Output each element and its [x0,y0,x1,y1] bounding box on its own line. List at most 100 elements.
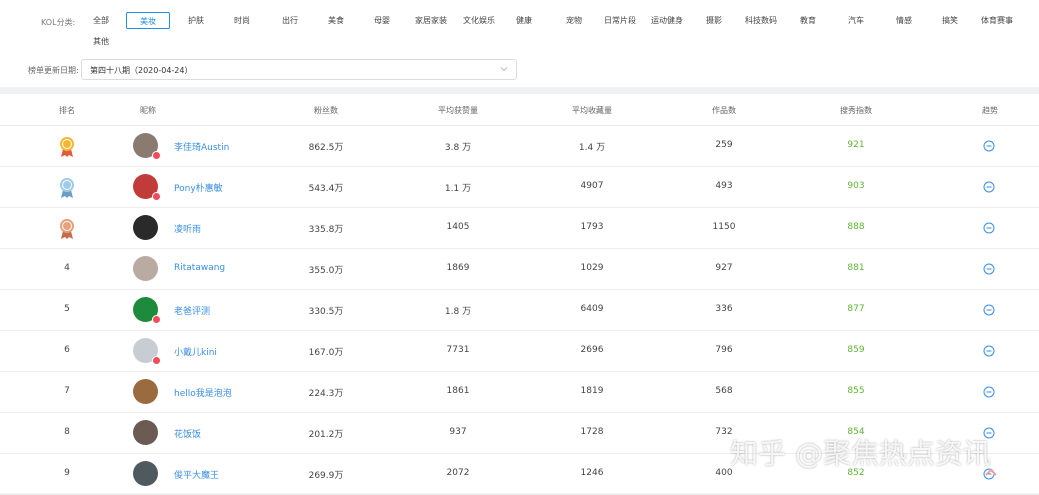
rank-number: 9 [64,468,70,478]
table-row[interactable]: 3凌听雨335.8万140517931150888 [0,208,1039,249]
category-chip[interactable]: 日常片段 [604,12,636,29]
trend-circle-icon[interactable] [983,263,995,275]
category-chip[interactable]: 搞笑 [940,12,960,29]
fans-count: 330.5万 [308,307,344,317]
category-chip[interactable]: 时尚 [232,12,252,29]
table-row[interactable]: 4 Ritatawang 355.0万 1869 1029 927 881 [0,249,1039,290]
avg-favorites: 1.4 万 [578,143,606,153]
fans-count: 201.2万 [308,430,344,440]
avg-favorites: 1029 [580,263,604,273]
sou-xiu-index: 888 [847,222,865,232]
column-header: 昵称 [140,106,156,115]
rank-number: 5 [64,304,70,314]
table-row[interactable]: 1李佳琦Austin862.5万3.8 万1.4 万259921 [0,126,1039,167]
nickname-link[interactable]: 小戴儿kini [174,345,217,358]
chevron-up-icon[interactable] [984,467,998,477]
category-chip[interactable]: 家居家装 [414,12,448,29]
trend-circle-icon[interactable] [983,345,995,357]
trend-circle-icon[interactable] [983,304,995,316]
avg-likes: 3.8 万 [444,143,472,153]
category-chip[interactable]: 科技数码 [744,12,778,29]
nickname-link[interactable]: 俊平大魔王 [174,468,219,481]
fans-count: 167.0万 [308,348,344,358]
works-count: 259 [715,140,733,150]
avg-likes: 1405 [446,222,470,232]
avatar[interactable] [133,256,158,281]
category-chip[interactable]: 母婴 [372,12,392,29]
avatar[interactable] [133,461,158,486]
filter-panel: KOL分类: 全部 美妆 护肤 时尚 出行 美食 母婴 家居家装 文化娱乐 健康 宠物 日常片段 运动健… [0,0,1039,87]
fans-count: 355.0万 [308,266,344,276]
category-chip[interactable]: 美妆 [126,12,170,29]
sou-xiu-index: 921 [847,140,865,150]
category-chip[interactable]: 其他 [92,33,110,50]
avatar[interactable] [133,379,158,404]
avatar[interactable] [133,420,158,445]
avg-favorites: 2696 [580,345,604,355]
nickname-link[interactable]: hello我是泡泡 [174,386,232,399]
column-header: 粉丝数 [314,106,338,115]
avg-likes: 1.1 万 [444,184,472,194]
rank-number: 4 [64,263,70,273]
column-header: 平均获赞量 [438,106,478,115]
works-count: 1150 [712,222,736,232]
category-chip[interactable]: 摄影 [704,12,724,29]
medal-icon [60,219,74,239]
table-row[interactable]: 7 hello我是泡泡 224.3万 1861 1819 568 855 [0,372,1039,413]
column-header: 排名 [59,106,75,115]
category-chip[interactable]: 健康 [514,12,534,29]
avg-likes: 937 [449,427,467,437]
table-row[interactable]: 2Pony朴惠敏543.4万1.1 万4907493903 [0,167,1039,208]
category-chip[interactable]: 文化娱乐 [462,12,496,29]
rank-number: 8 [64,427,70,437]
avatar[interactable] [133,215,158,240]
column-header: 搜秀指数 [840,106,872,115]
nickname-link[interactable]: 李佳琦Austin [174,140,229,153]
trend-circle-icon[interactable] [983,140,995,152]
avg-favorites: 1728 [580,427,604,437]
works-count: 336 [715,304,733,314]
works-count: 568 [715,386,733,396]
category-chip[interactable]: 美食 [326,12,346,29]
watermark: 知乎 @聚焦热点资讯 [730,437,991,470]
nickname-link[interactable]: 花饭饭 [174,427,201,440]
category-label: KOL分类: [41,18,76,27]
trend-circle-icon[interactable] [983,222,995,234]
avg-favorites: 4907 [580,181,604,191]
nickname-link[interactable]: Ritatawang [174,263,225,273]
verified-badge-icon [152,356,161,365]
category-chip[interactable]: 全部 [92,12,110,29]
avg-favorites: 1246 [580,468,604,478]
fans-count: 335.8万 [308,225,344,235]
rank-number: 7 [64,386,70,396]
medal-icon [60,178,74,198]
trend-circle-icon[interactable] [983,181,995,193]
column-header: 趋势 [982,106,998,115]
category-chip[interactable]: 教育 [798,12,818,29]
table-row[interactable]: 6 小戴儿kini 167.0万 7731 2696 796 859 [0,331,1039,372]
avg-favorites: 1793 [580,222,604,232]
fans-count: 269.9万 [308,471,344,481]
category-chip[interactable]: 宠物 [564,12,584,29]
fans-count: 224.3万 [308,389,344,399]
table-row[interactable]: 5 老爸评测 330.5万 1.8 万 6409 336 877 [0,290,1039,331]
category-chip[interactable]: 出行 [280,12,300,29]
date-select[interactable]: 第四十八期（2020-04-24） [81,59,517,80]
category-chip[interactable]: 护肤 [186,12,206,29]
trend-circle-icon[interactable] [983,386,995,398]
category-chip[interactable]: 体育赛事 [980,12,1014,29]
sou-xiu-index: 903 [847,181,865,191]
nickname-link[interactable]: 老爸评测 [174,304,210,317]
category-chip[interactable]: 情感 [894,12,914,29]
nickname-link[interactable]: Pony朴惠敏 [174,181,223,194]
avg-favorites: 1819 [580,386,604,396]
works-count: 493 [715,181,733,191]
sou-xiu-index: 855 [847,386,865,396]
date-select-value: 第四十八期（2020-04-24） [90,66,193,75]
date-label: 榜单更新日期: [28,66,79,75]
nickname-link[interactable]: 凌听雨 [174,222,201,235]
sou-xiu-index: 877 [847,304,865,314]
category-chip[interactable]: 汽车 [846,12,866,29]
medal-icon [60,137,74,157]
category-chip[interactable]: 运动健身 [650,12,684,29]
